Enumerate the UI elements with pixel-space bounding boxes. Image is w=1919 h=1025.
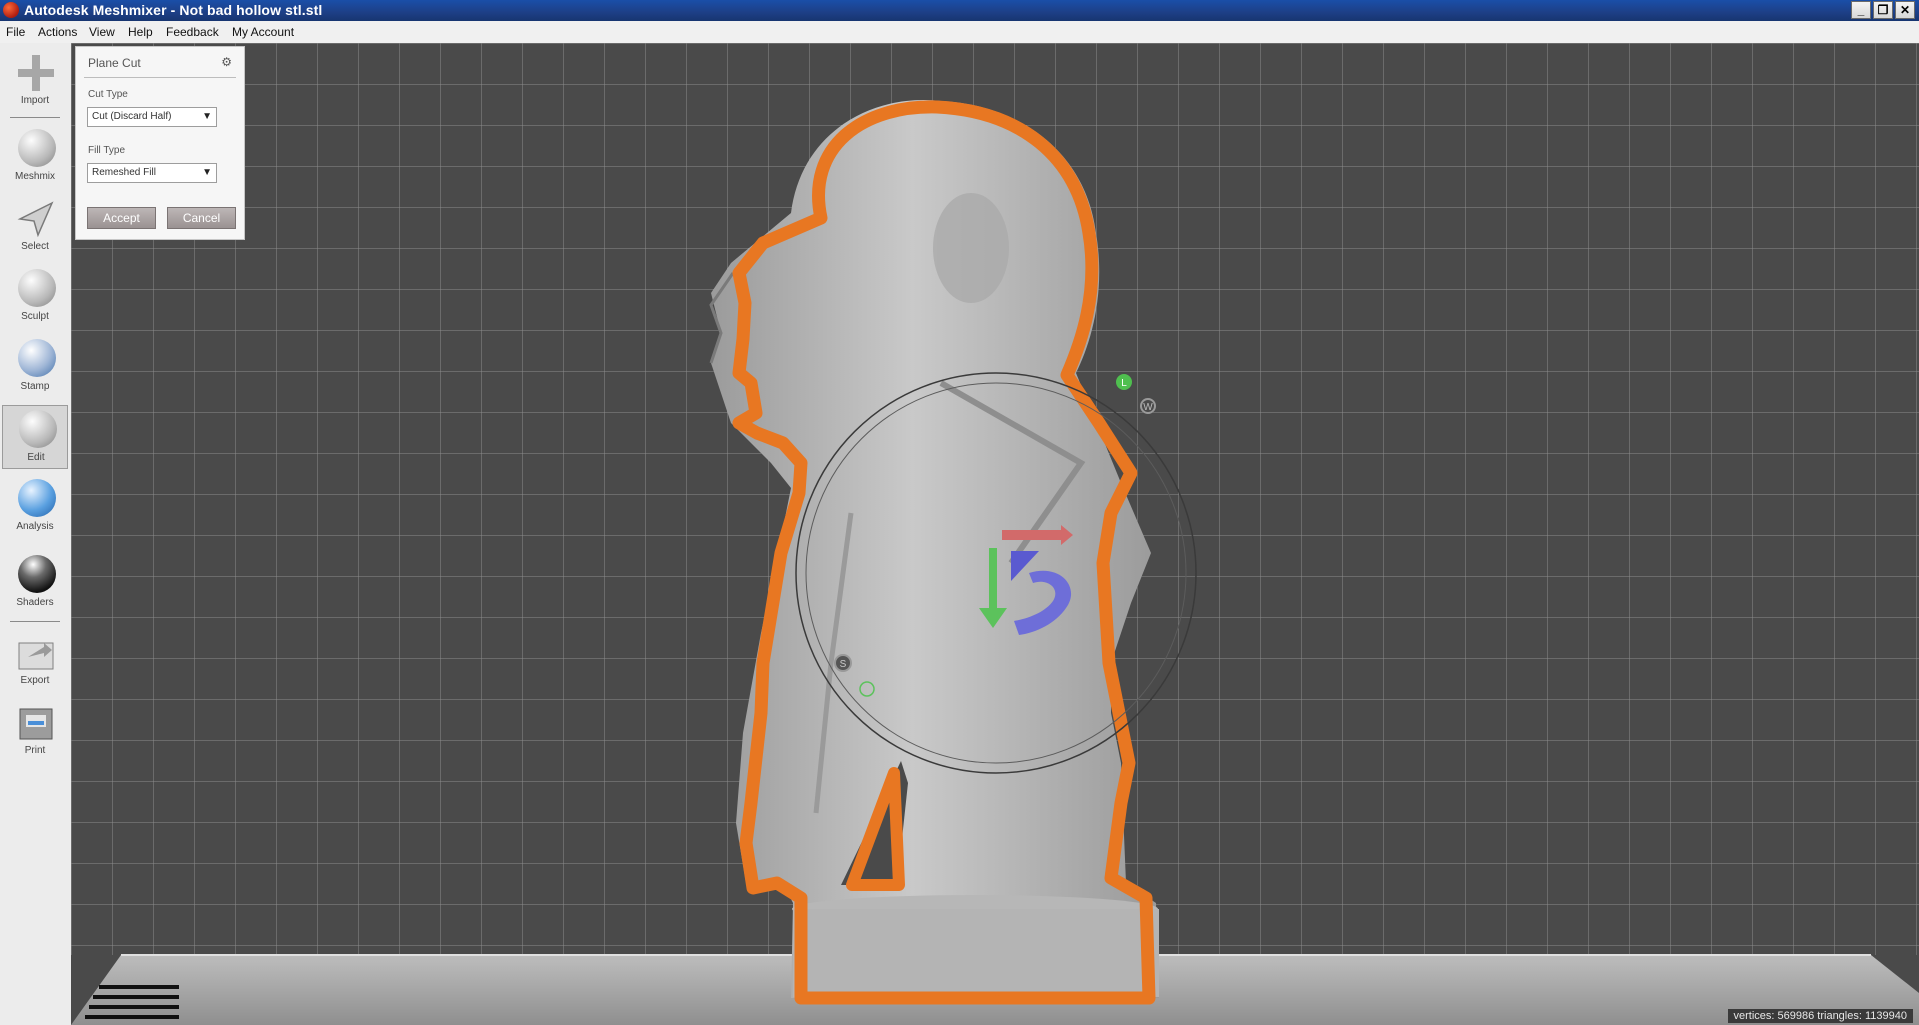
import-tool[interactable]: Import [2,49,68,113]
analysis-tool[interactable]: Analysis [2,475,68,539]
close-button[interactable]: ✕ [1895,1,1915,19]
fill-type-value: Remeshed Fill [92,167,156,178]
cut-type-select[interactable]: Cut (Discard Half) ▼ [87,107,217,127]
tool-label: Sculpt [21,311,49,322]
gear-icon[interactable]: ⚙ [221,55,232,69]
printer-icon [19,708,53,740]
shader-ball-icon [18,555,56,593]
3d-viewport[interactable]: L W S vertices: 569986 triangles: 113994… [71,43,1919,1025]
select-tool[interactable]: Select [2,195,68,259]
tool-label: Stamp [20,381,50,392]
tool-label: Select [21,241,49,252]
tool-label: Export [20,675,50,686]
plane-cut-panel: Plane Cut ⚙ Cut Type Cut (Discard Half) … [75,46,245,240]
title-bar: Autodesk Meshmixer - Not bad hollow stl.… [0,0,1919,21]
menu-actions[interactable]: Actions [38,25,77,39]
minimize-button[interactable]: _ [1851,1,1871,19]
stamp-tool[interactable]: Stamp [2,335,68,399]
export-tool[interactable]: Export [2,629,68,693]
print-tool[interactable]: Print [2,699,68,763]
menu-feedback[interactable]: Feedback [166,25,219,39]
edit-sphere-icon [19,410,57,448]
divider [84,77,236,78]
cancel-button[interactable]: Cancel [167,207,236,229]
menu-view[interactable]: View [89,25,115,39]
svg-text:S: S [840,659,847,670]
tool-label: Analysis [16,521,54,532]
plus-icon [18,55,54,91]
handle-l[interactable]: L [1116,374,1132,390]
shaders-tool[interactable]: Shaders [2,551,68,615]
mesh-stats: vertices: 569986 triangles: 1139940 [1727,1009,1913,1023]
stamp-sphere-icon [18,339,56,377]
arrow-cursor-icon [17,201,54,238]
brush-sphere-icon [18,269,56,307]
tool-label: Edit [27,452,45,463]
chevron-down-icon: ▼ [202,167,212,178]
svg-text:W: W [1143,402,1153,413]
fill-type-label: Fill Type [88,145,126,156]
menu-bar: File Actions View Help Feedback My Accou… [0,21,1919,44]
face-sphere-icon [18,129,56,167]
edit-tool[interactable]: Edit [2,405,68,469]
scene-canvas[interactable]: L W S [71,43,1919,1025]
tool-label: Shaders [16,597,54,608]
handle-s[interactable]: S [834,654,852,672]
chevron-down-icon: ▼ [202,111,212,122]
mesh-sphere-icon [18,479,56,517]
svg-text:L: L [1121,378,1127,389]
cut-type-label: Cut Type [88,89,128,100]
panel-title: Plane Cut [88,56,141,70]
meshmixer-logo-icon [3,2,19,18]
cut-type-value: Cut (Discard Half) [92,111,172,122]
export-folder-icon [18,642,54,670]
tool-label: Import [20,95,50,106]
fill-type-select[interactable]: Remeshed Fill ▼ [87,163,217,183]
menu-my-account[interactable]: My Account [232,25,294,39]
restore-button[interactable]: ❐ [1873,1,1893,19]
accept-button[interactable]: Accept [87,207,156,229]
tool-sidebar: Import Meshmix Select Sculpt Stamp Edit … [0,43,72,1025]
sculpt-tool[interactable]: Sculpt [2,265,68,329]
tool-label: Meshmix [14,171,55,182]
menu-help[interactable]: Help [128,25,153,39]
window-title: Autodesk Meshmixer - Not bad hollow stl.… [24,2,323,18]
menu-file[interactable]: File [6,25,25,39]
meshmix-tool[interactable]: Meshmix [2,125,68,189]
tool-label: Print [24,745,46,756]
